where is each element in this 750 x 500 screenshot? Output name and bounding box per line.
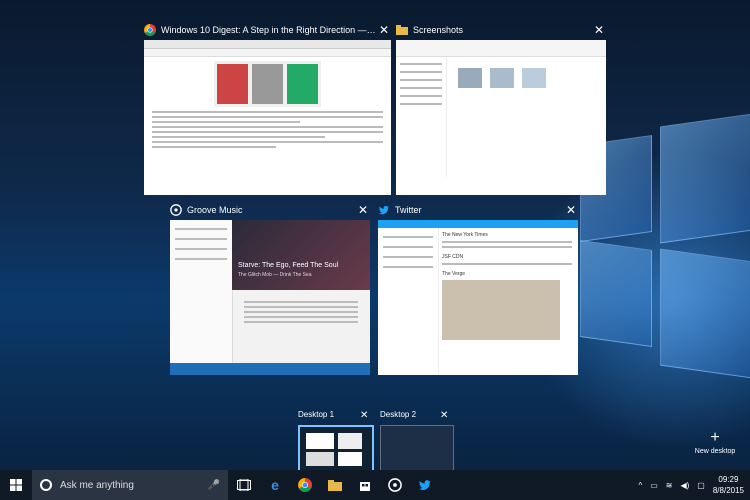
task-view-window-twitter[interactable]: Twitter ✕ The New York Times JSF CDN The… xyxy=(378,200,578,375)
edge-button[interactable]: e xyxy=(260,470,290,500)
window-header: Groove Music ✕ xyxy=(170,200,370,220)
tweet-account: JSF CDN xyxy=(442,254,464,260)
window-thumbnail xyxy=(144,40,391,195)
new-desktop-button[interactable]: + New desktop xyxy=(690,429,740,456)
close-icon[interactable]: ✕ xyxy=(360,410,368,421)
desktop-1-thumbnail[interactable] xyxy=(298,425,374,474)
start-button[interactable] xyxy=(0,470,32,500)
twitter-icon xyxy=(378,204,390,216)
cortana-icon xyxy=(40,479,52,491)
close-icon[interactable]: ✕ xyxy=(592,23,606,37)
new-desktop-label: New desktop xyxy=(694,448,736,455)
search-box[interactable]: Ask me anything 🎤 xyxy=(32,470,228,500)
file-explorer-button[interactable] xyxy=(320,470,350,500)
wallpaper-pane xyxy=(660,113,750,244)
groove-button[interactable] xyxy=(380,470,410,500)
groove-icon xyxy=(388,478,402,492)
wallpaper-pane xyxy=(660,248,750,379)
task-view-button[interactable] xyxy=(228,470,260,500)
clock[interactable]: 09:29 8/8/2015 xyxy=(713,474,744,496)
folder-icon xyxy=(396,24,408,36)
edge-icon: e xyxy=(271,477,279,493)
tweet-account: The New York Times xyxy=(442,232,488,238)
close-icon[interactable]: ✕ xyxy=(440,410,448,421)
twitter-icon xyxy=(419,480,431,490)
store-icon xyxy=(360,482,370,491)
desktop-switcher: Desktop 1 ✕ Desktop 2 ✕ xyxy=(280,405,480,474)
wallpaper-pane xyxy=(580,239,652,348)
chrome-icon xyxy=(298,478,312,492)
window-header: Twitter ✕ xyxy=(378,200,578,220)
chevron-up-icon[interactable]: ^ xyxy=(638,481,642,490)
window-header: Screenshots ✕ xyxy=(396,20,606,40)
store-button[interactable] xyxy=(350,470,380,500)
search-input[interactable]: Ask me anything xyxy=(60,480,208,491)
battery-icon[interactable]: ▭ xyxy=(650,481,658,490)
close-icon[interactable]: ✕ xyxy=(377,23,391,37)
file-explorer-icon xyxy=(328,480,342,491)
windows-logo-icon xyxy=(10,479,22,491)
desktop-label: Desktop 1 xyxy=(298,410,335,419)
close-icon[interactable]: ✕ xyxy=(356,203,370,217)
taskbar: Ask me anything 🎤 e ^ ▭ ≋ ◀) ▢ 09:29 8/8… xyxy=(0,470,750,500)
window-header: Windows 10 Digest: A Step in the Right D… xyxy=(144,20,391,40)
groove-icon xyxy=(170,204,182,216)
album-subtitle: The Glitch Mob — Drink The Sea xyxy=(238,272,312,278)
chrome-button[interactable] xyxy=(290,470,320,500)
window-thumbnail xyxy=(396,40,606,195)
system-tray: ^ ▭ ≋ ◀) ▢ 09:29 8/8/2015 xyxy=(638,474,744,496)
desktop-2-thumbnail[interactable] xyxy=(380,425,454,472)
desktop-label: Desktop 2 xyxy=(380,410,417,419)
plus-icon: + xyxy=(710,429,720,446)
clock-time: 09:29 xyxy=(718,475,739,484)
window-thumbnail: The New York Times JSF CDN The Verge xyxy=(378,220,578,375)
album-title: Starve: The Ego, Feed The Soul xyxy=(238,262,339,269)
wifi-icon[interactable]: ≋ xyxy=(666,481,673,490)
volume-icon[interactable]: ◀) xyxy=(680,481,689,490)
task-view-window-explorer[interactable]: Screenshots ✕ xyxy=(396,20,606,195)
window-title: Windows 10 Digest: A Step in the Right D… xyxy=(161,25,377,35)
task-view-window-chrome[interactable]: Windows 10 Digest: A Step in the Right D… xyxy=(144,20,391,195)
window-title: Twitter xyxy=(395,205,422,215)
task-view-icon xyxy=(237,479,251,491)
twitter-button[interactable] xyxy=(410,470,440,500)
tweet-account: The Verge xyxy=(442,271,466,277)
close-icon[interactable]: ✕ xyxy=(564,203,578,217)
window-title: Groove Music xyxy=(187,205,243,215)
microphone-icon[interactable]: 🎤 xyxy=(208,480,220,491)
task-view-window-groove[interactable]: Groove Music ✕ Starve: The Ego, Feed The… xyxy=(170,200,370,375)
window-thumbnail: Starve: The Ego, Feed The Soul The Glitc… xyxy=(170,220,370,375)
chrome-icon xyxy=(144,24,156,36)
window-title: Screenshots xyxy=(413,25,464,35)
clock-date: 8/8/2015 xyxy=(712,486,744,495)
notification-icon[interactable]: ▢ xyxy=(697,481,705,490)
